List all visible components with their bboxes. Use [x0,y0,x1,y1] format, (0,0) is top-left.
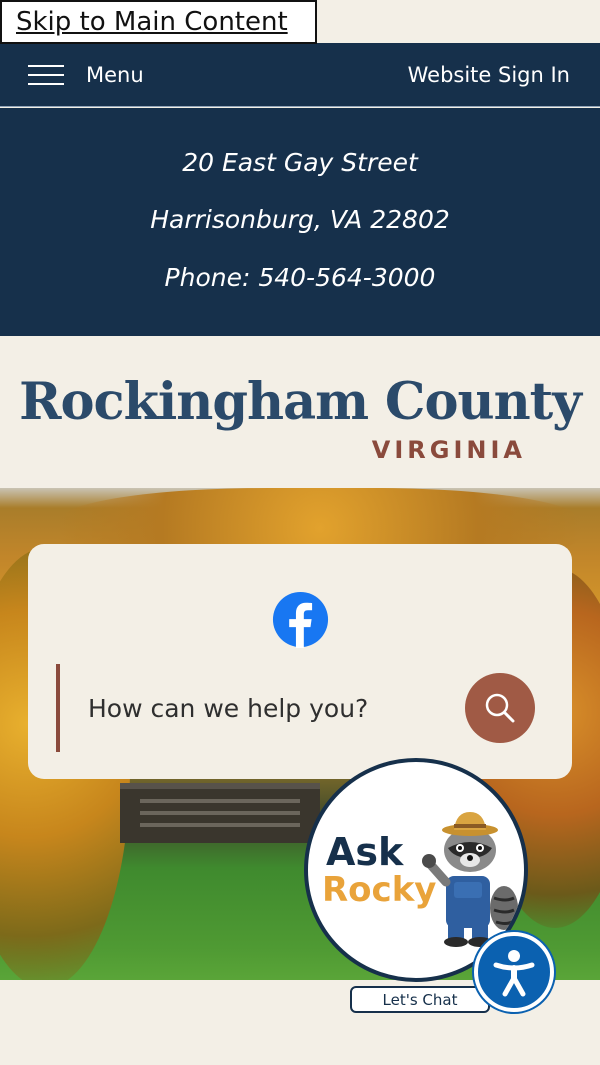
barn-illustration [120,783,320,843]
contact-info: 20 East Gay Street Harrisonburg, VA 2280… [0,108,600,336]
skip-to-main-content-link[interactable]: Skip to Main Content [0,0,317,44]
top-navigation-bar: Menu Website Sign In [0,43,600,107]
website-sign-in-link[interactable]: Website Sign In [408,63,570,87]
phone-number[interactable]: Phone: 540-564-3000 [0,263,600,292]
menu-button[interactable]: Menu [28,57,144,93]
address-line-2: Harrisonburg, VA 22802 [150,205,450,234]
page: Skip to Main Content Menu Website Sign I… [0,0,600,1065]
search-bar [56,664,546,752]
search-button[interactable] [465,673,535,743]
raccoon-mascot-icon [422,812,518,947]
county-logo[interactable]: Rockingham County VIRGINIA [0,336,600,488]
menu-label: Menu [86,63,144,87]
address-line-1: 20 East Gay Street [182,148,418,177]
chat-ask-text: Ask [326,830,404,874]
accessibility-button[interactable] [474,932,554,1012]
accessibility-icon [493,950,535,997]
logo-title: Rockingham County [19,372,582,432]
search-input[interactable] [88,688,448,728]
facebook-icon[interactable] [272,591,329,648]
logo-subtitle: VIRGINIA [371,436,526,464]
lets-chat-button[interactable]: Let's Chat [350,986,490,1013]
hamburger-menu-icon [28,62,64,88]
search-icon [485,693,515,723]
search-card [28,544,572,779]
